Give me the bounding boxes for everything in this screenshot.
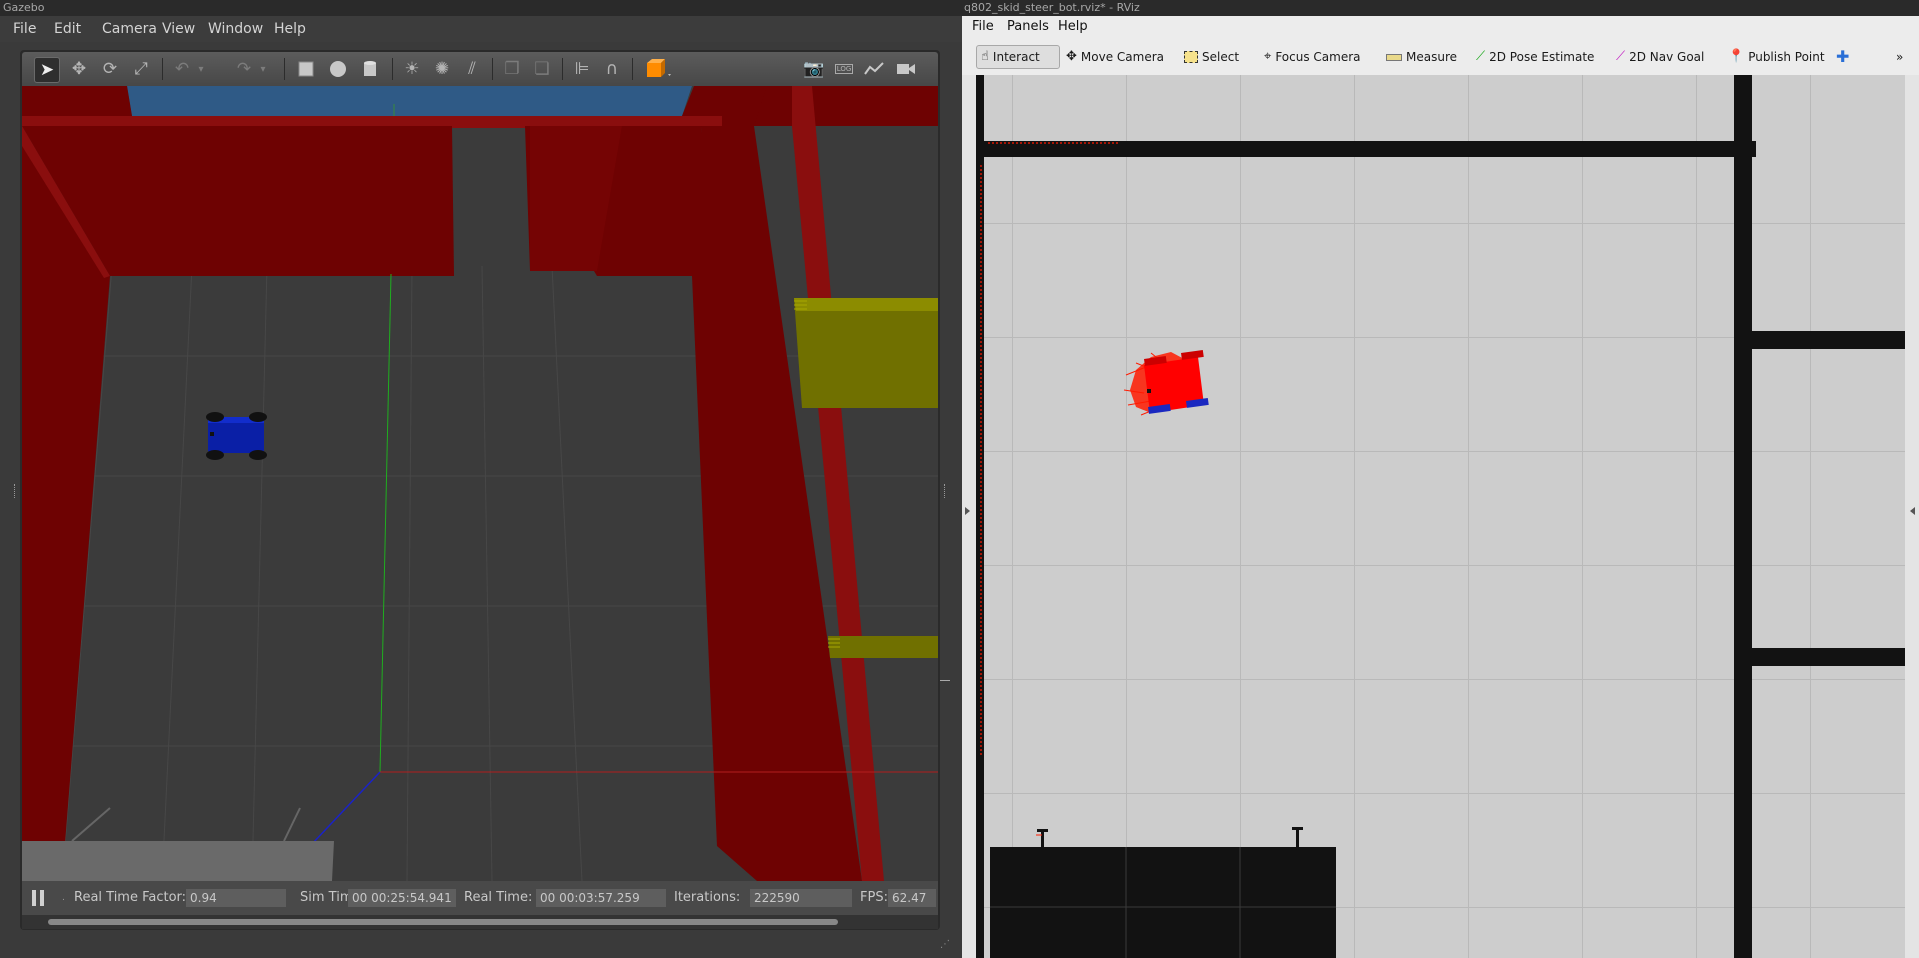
gazebo-horizontal-scrollbar[interactable] bbox=[22, 915, 938, 929]
redo-icon[interactable]: ↷ bbox=[232, 57, 256, 81]
scrollbar-thumb[interactable] bbox=[48, 919, 838, 925]
real-time-factor-value: 0.94 bbox=[186, 889, 286, 907]
select-box-icon bbox=[1184, 51, 1198, 63]
rviz-menu-file[interactable]: File bbox=[972, 16, 994, 38]
select-arrow-icon[interactable]: ➤ bbox=[34, 57, 60, 83]
pose-estimate-arrow-icon: ⟋ bbox=[1476, 49, 1486, 64]
ruler-icon bbox=[1386, 53, 1402, 61]
nav-goal-arrow-icon: ⟋ bbox=[1616, 49, 1626, 64]
rotate-icon[interactable]: ⟳ bbox=[98, 57, 122, 81]
rviz-menu-help[interactable]: Help bbox=[1058, 16, 1088, 38]
box-icon[interactable] bbox=[294, 57, 318, 81]
view-angle-icon[interactable] bbox=[642, 57, 676, 81]
gazebo-toolbar: ➤ ✥ ⟳ ⤢ ↶ ▾ ↷ ▾ ☀ ✺ ⫽ ❐ ❏ ⊫ ∩ 📷 LOG bbox=[22, 52, 938, 86]
expand-right-panel-icon[interactable] bbox=[1910, 507, 1915, 515]
scale-icon[interactable]: ⤢ bbox=[129, 57, 153, 81]
rviz-robot-model[interactable] bbox=[1123, 349, 1209, 416]
rviz-render-view[interactable] bbox=[976, 75, 1905, 958]
iterations-label: Iterations: bbox=[674, 890, 741, 905]
video-record-icon[interactable] bbox=[894, 57, 918, 81]
real-time-label: Real Time: bbox=[464, 890, 533, 905]
paste-icon[interactable]: ❏ bbox=[530, 57, 554, 81]
toolbar-overflow-button[interactable]: » bbox=[1896, 45, 1903, 69]
hand-cursor-icon: ☝ bbox=[981, 49, 989, 64]
point-light-icon[interactable]: ☀ bbox=[400, 57, 424, 81]
laser-scan-overlay bbox=[980, 142, 1336, 958]
tool-measure[interactable]: Measure bbox=[1386, 45, 1457, 69]
gazebo-status-bar: . Real Time Factor: 0.94 Sim Time: 00 00… bbox=[22, 881, 938, 915]
left-splitter-handle[interactable] bbox=[14, 484, 18, 498]
tool-2d-pose-estimate[interactable]: ⟋ 2D Pose Estimate bbox=[1476, 45, 1594, 69]
rviz-tool-bar: ☝ Interact ✥ Move Camera Select ⌖ Focus Cam… bbox=[962, 38, 1919, 76]
tool-publish-point[interactable]: 📍 Publish Point bbox=[1728, 45, 1825, 69]
tool-move-camera[interactable]: ✥ Move Camera bbox=[1066, 45, 1164, 69]
focus-camera-icon: ⌖ bbox=[1264, 49, 1272, 64]
tool-interact[interactable]: ☝ Interact bbox=[976, 45, 1060, 69]
real-time-value: 00 00:03:57.259 bbox=[536, 889, 666, 907]
undo-icon[interactable]: ↶ bbox=[170, 57, 194, 81]
screenshot-icon[interactable]: 📷 bbox=[802, 57, 826, 81]
map-pin-icon: 📍 bbox=[1728, 49, 1745, 64]
rviz-menu-panels[interactable]: Panels bbox=[1007, 16, 1049, 38]
gazebo-menu-bar: File Edit Camera View Window Help bbox=[0, 16, 962, 42]
fps-value: 62.47 bbox=[888, 889, 936, 907]
plus-crosshair-icon[interactable]: ✚ bbox=[1836, 45, 1849, 69]
rviz-title-bar: q802_skid_steer_bot.rviz* - RViz bbox=[962, 0, 1919, 16]
fps-label: FPS: bbox=[860, 890, 888, 905]
move-camera-icon: ✥ bbox=[1066, 49, 1077, 64]
tool-select[interactable]: Select bbox=[1184, 45, 1239, 69]
snap-magnet-icon[interactable]: ∩ bbox=[600, 57, 624, 81]
menu-file[interactable]: File bbox=[13, 16, 36, 42]
plot-icon[interactable] bbox=[862, 57, 886, 81]
tool-2d-nav-goal[interactable]: ⟋ 2D Nav Goal bbox=[1616, 45, 1704, 69]
gazebo-title-bar: Gazebo bbox=[0, 0, 962, 16]
rviz-right-dock-strip bbox=[1905, 75, 1919, 958]
menu-view[interactable]: View bbox=[162, 16, 195, 42]
tool-focus-camera[interactable]: ⌖ Focus Camera bbox=[1264, 45, 1361, 69]
undo-history-icon[interactable]: ▾ bbox=[194, 57, 208, 81]
directional-light-icon[interactable]: ⫽ bbox=[460, 57, 484, 81]
expand-left-panel-icon[interactable] bbox=[965, 507, 970, 515]
log-icon[interactable]: LOG bbox=[832, 57, 856, 81]
menu-camera[interactable]: Camera bbox=[102, 16, 157, 42]
gazebo-3d-scene[interactable] bbox=[22, 86, 938, 881]
sim-time-value: 00 00:25:54.941 bbox=[348, 889, 456, 907]
log-label: LOG bbox=[834, 64, 854, 74]
rviz-window: q802_skid_steer_bot.rviz* - RViz File Pa… bbox=[962, 0, 1919, 958]
align-icon[interactable]: ⊫ bbox=[570, 57, 594, 81]
rviz-menu-bar: File Panels Help bbox=[962, 16, 1919, 39]
spot-light-icon[interactable]: ✺ bbox=[430, 57, 454, 81]
cylinder-icon[interactable] bbox=[358, 57, 382, 81]
redo-history-icon[interactable]: ▾ bbox=[256, 57, 270, 81]
resize-grip-icon[interactable]: ⋰ bbox=[940, 940, 950, 950]
right-splitter-handle[interactable] bbox=[944, 484, 948, 498]
translate-icon[interactable]: ✥ bbox=[67, 57, 91, 81]
gazebo-window: Gazebo File Edit Camera View Window Help… bbox=[0, 0, 962, 958]
gazebo-robot[interactable] bbox=[206, 412, 267, 460]
sphere-icon[interactable] bbox=[326, 57, 350, 81]
menu-window[interactable]: Window bbox=[208, 16, 263, 42]
splitter-mark bbox=[940, 680, 950, 681]
rviz-left-dock-strip bbox=[962, 75, 976, 958]
iterations-value: 222590 bbox=[750, 889, 852, 907]
copy-icon[interactable]: ❐ bbox=[500, 57, 524, 81]
pause-icon[interactable] bbox=[32, 890, 48, 906]
menu-help[interactable]: Help bbox=[274, 16, 306, 42]
menu-edit[interactable]: Edit bbox=[54, 16, 81, 42]
real-time-factor-label: Real Time Factor: bbox=[74, 890, 187, 905]
